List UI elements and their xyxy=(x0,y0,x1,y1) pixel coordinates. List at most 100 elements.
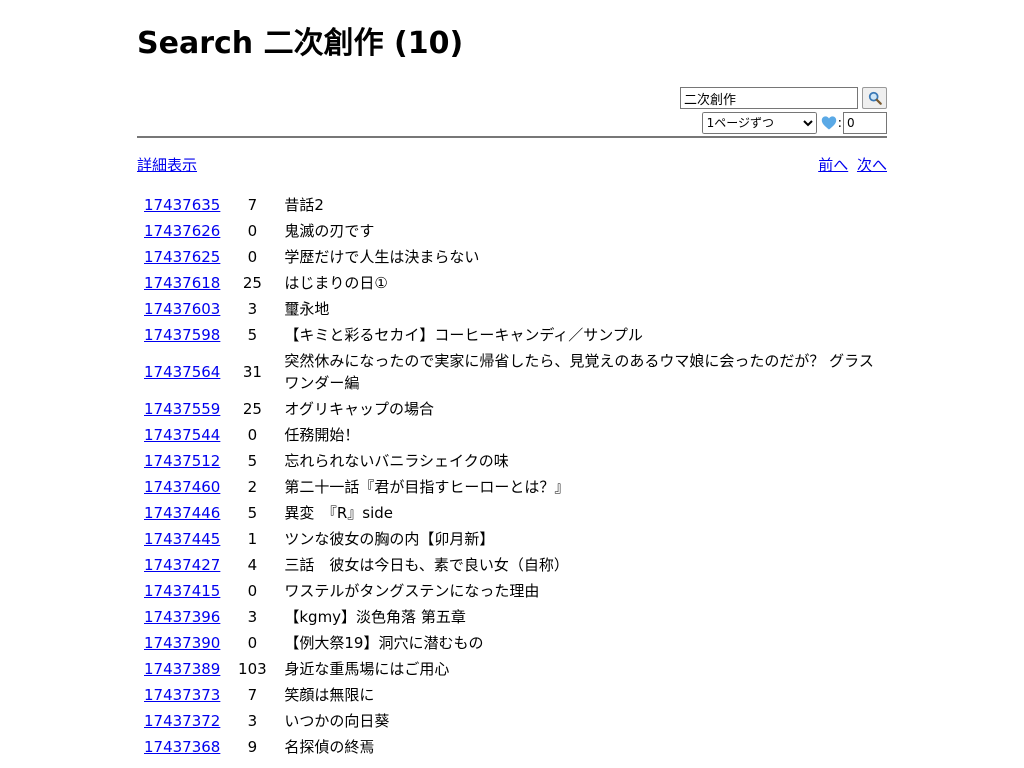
table-row: 17437544 0 任務開始！ xyxy=(139,423,885,447)
table-row: 17437446 5 異変 『R』side xyxy=(139,501,885,525)
table-row: 17437559 25 オグリキャップの場合 xyxy=(139,397,885,421)
result-count: 1 xyxy=(247,530,258,548)
table-row: 17437373 7 笑顔は無限に xyxy=(139,683,885,707)
table-row: 17437598 5 【キミと彩るセカイ】コーヒーキャンディ／サンプル xyxy=(139,323,885,347)
search-input[interactable] xyxy=(680,87,858,109)
table-row: 17437415 0 ワステルがタングステンになった理由 xyxy=(139,579,885,603)
result-count: 2 xyxy=(247,478,258,496)
heart-icon xyxy=(821,116,836,130)
result-title: 昔話2 xyxy=(284,196,324,214)
result-id-link[interactable]: 17437564 xyxy=(144,363,220,381)
result-id-link[interactable]: 17437544 xyxy=(144,426,220,444)
result-title: 身近な重馬場にはご用心 xyxy=(284,660,450,678)
table-row: 17437460 2 第二十一話『君が目指すヒーローとは？』 xyxy=(139,475,885,499)
table-row: 17437390 0 【例大祭19】洞穴に潜むもの xyxy=(139,631,885,655)
result-id-cell: 17437372 xyxy=(139,709,225,733)
result-id-cell: 17437427 xyxy=(139,553,225,577)
result-title: 【キミと彩るセカイ】コーヒーキャンディ／サンプル xyxy=(284,326,643,344)
result-title: オグリキャップの場合 xyxy=(284,400,435,418)
result-id-link[interactable]: 17437618 xyxy=(144,274,220,292)
result-id-link[interactable]: 17437368 xyxy=(144,738,220,756)
result-title: いつかの向日葵 xyxy=(284,712,390,730)
result-id-cell: 17437396 xyxy=(139,605,225,629)
result-title: ツンな彼女の胸の内【卯月新】 xyxy=(284,530,495,548)
result-title: はじまりの日① xyxy=(284,274,388,292)
result-id-cell: 17437446 xyxy=(139,501,225,525)
result-count: 3 xyxy=(247,608,258,626)
result-id-cell: 17437626 xyxy=(139,219,225,243)
result-id-cell: 17437603 xyxy=(139,297,225,321)
table-row: 17437389 103 身近な重馬場にはご用心 xyxy=(139,657,885,681)
result-count: 9 xyxy=(247,738,258,756)
result-id-cell: 17437544 xyxy=(139,423,225,447)
result-id-cell: 17437373 xyxy=(139,683,225,707)
result-count: 3 xyxy=(247,300,258,318)
result-id-link[interactable]: 17437598 xyxy=(144,326,220,344)
result-id-link[interactable]: 17437625 xyxy=(144,248,220,266)
result-id-cell: 17437564 xyxy=(139,349,225,395)
bookmark-count-input[interactable] xyxy=(843,112,887,134)
result-id-cell: 17437635 xyxy=(139,193,225,217)
table-row: 17437564 31 突然休みになったので実家に帰省したら、見覚えのあるウマ娘に会… xyxy=(139,349,885,395)
prev-page-link[interactable]: 前へ xyxy=(818,156,848,174)
result-count: 25 xyxy=(242,400,262,418)
result-id-cell: 17437460 xyxy=(139,475,225,499)
result-id-cell: 17437445 xyxy=(139,527,225,551)
next-page-link[interactable]: 次へ xyxy=(857,156,887,174)
result-id-link[interactable]: 17437559 xyxy=(144,400,220,418)
result-id-link[interactable]: 17437396 xyxy=(144,608,220,626)
result-id-cell: 17437512 xyxy=(139,449,225,473)
result-count: 5 xyxy=(247,326,258,344)
result-id-link[interactable]: 17437603 xyxy=(144,300,220,318)
result-count: 5 xyxy=(247,504,258,522)
result-id-link[interactable]: 17437390 xyxy=(144,634,220,652)
result-count: 0 xyxy=(247,426,258,444)
result-id-link[interactable]: 17437445 xyxy=(144,530,220,548)
results-body: 17437635 7 昔話2 17437626 0 鬼滅の刃です 17437625 0 学歴だけ… xyxy=(139,193,885,759)
result-count: 103 xyxy=(238,660,267,678)
result-id-link[interactable]: 17437373 xyxy=(144,686,220,704)
result-id-cell: 17437559 xyxy=(139,397,225,421)
result-count: 5 xyxy=(247,452,258,470)
nav-row: 詳細表示 前へ 次へ xyxy=(137,154,887,176)
result-id-link[interactable]: 17437460 xyxy=(144,478,220,496)
result-id-link[interactable]: 17437415 xyxy=(144,582,220,600)
result-title: 三話 彼女は今日も、素で良い女（自称） xyxy=(284,556,569,574)
search-button[interactable] xyxy=(862,87,887,109)
result-title: 【kgmy】淡色角落 第五章 xyxy=(284,608,466,626)
result-count: 0 xyxy=(247,222,258,240)
table-row: 17437445 1 ツンな彼女の胸の内【卯月新】 xyxy=(139,527,885,551)
table-row: 17437427 4 三話 彼女は今日も、素で良い女（自称） xyxy=(139,553,885,577)
page-title: Search 二次創作 (10) xyxy=(137,26,464,61)
colon-separator: : xyxy=(837,115,842,131)
result-id-cell: 17437389 xyxy=(139,657,225,681)
table-row: 17437372 3 いつかの向日葵 xyxy=(139,709,885,733)
result-id-link[interactable]: 17437446 xyxy=(144,504,220,522)
result-id-cell: 17437368 xyxy=(139,735,225,759)
table-row: 17437396 3 【kgmy】淡色角落 第五章 xyxy=(139,605,885,629)
table-row: 17437368 9 名探偵の終焉 xyxy=(139,735,885,759)
result-title: 突然休みになったので実家に帰省したら、見覚えのあるウマ娘に会ったのだが？ グラス… xyxy=(284,352,874,392)
result-title: 忘れられないバニラシェイクの味 xyxy=(284,452,509,470)
per-page-select[interactable]: 1ページずつ xyxy=(701,112,817,134)
detail-view-link[interactable]: 詳細表示 xyxy=(137,154,197,176)
table-row: 17437625 0 学歴だけで人生は決まらない xyxy=(139,245,885,269)
result-title: 任務開始！ xyxy=(284,426,360,444)
result-title: 学歴だけで人生は決まらない xyxy=(284,248,480,266)
result-count: 7 xyxy=(247,196,258,214)
table-row: 17437626 0 鬼滅の刃です xyxy=(139,219,885,243)
result-count: 0 xyxy=(247,582,258,600)
results-table: 17437635 7 昔話2 17437626 0 鬼滅の刃です 17437625 0 学歴だけ… xyxy=(137,191,887,761)
result-id-cell: 17437618 xyxy=(139,271,225,295)
result-id-link[interactable]: 17437635 xyxy=(144,196,220,214)
result-id-link[interactable]: 17437626 xyxy=(144,222,220,240)
result-id-link[interactable]: 17437372 xyxy=(144,712,220,730)
result-id-link[interactable]: 17437512 xyxy=(144,452,220,470)
result-title: 鬼滅の刃です xyxy=(284,222,375,240)
magnifier-icon xyxy=(868,91,882,105)
search-form xyxy=(680,86,887,110)
result-count: 31 xyxy=(242,363,262,381)
result-id-cell: 17437415 xyxy=(139,579,225,603)
result-id-link[interactable]: 17437427 xyxy=(144,556,220,574)
result-id-link[interactable]: 17437389 xyxy=(144,660,220,678)
